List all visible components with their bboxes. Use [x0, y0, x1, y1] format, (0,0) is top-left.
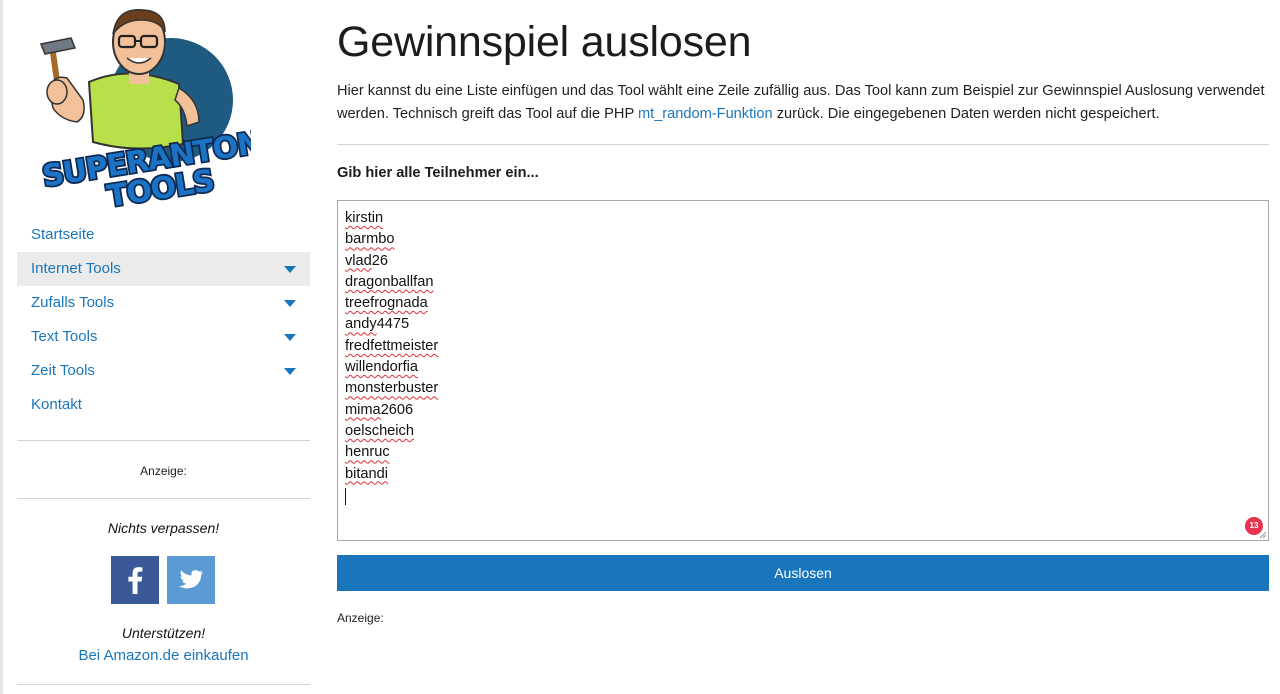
draw-winner-button[interactable]: Auslosen — [337, 555, 1269, 591]
entry-text-flagged: kirstin — [345, 210, 384, 226]
participants-list: kirstin barmbo vlad26 dragonballfan tree… — [345, 208, 438, 485]
main-content: Gewinnspiel auslosen Hier kannst du eine… — [337, 0, 1269, 694]
sidebar-ad-label: Anzeige: — [140, 464, 187, 478]
sidebar-item-startseite[interactable]: Startseite — [17, 218, 310, 252]
page-title: Gewinnspiel auslosen — [337, 18, 752, 66]
facebook-button[interactable] — [111, 556, 159, 604]
list-item: kirstin — [345, 208, 438, 229]
sidebar-item-internet-tools[interactable]: Internet Tools — [17, 252, 310, 286]
content-divider — [337, 144, 1269, 145]
amazon-link[interactable]: Bei Amazon.de einkaufen — [17, 647, 310, 664]
intro-text: Hier kannst du eine Liste einfügen und d… — [337, 80, 1269, 126]
entry-text-flagged: monsterbuster — [345, 380, 439, 397]
entry-text-flagged: mima — [345, 401, 381, 418]
sidebar-item-label: Kontakt — [31, 396, 82, 413]
sidebar-item-label: Zufalls Tools — [31, 294, 115, 311]
sidebar-divider — [17, 440, 310, 441]
support-title: Unterstützen! — [121, 625, 206, 641]
entry-text-flagged: willendorfia — [345, 359, 419, 376]
entry-text: 4475 — [376, 316, 410, 333]
list-item: oelscheich — [345, 421, 438, 442]
resize-grip-icon[interactable] — [1259, 531, 1267, 539]
list-item: dragonballfan — [345, 272, 438, 293]
entry-text-flagged: fredfettmeister — [345, 337, 439, 354]
main-ad-label: Anzeige: — [337, 611, 384, 625]
list-item: henruc — [345, 442, 438, 463]
caret-down-icon[interactable] — [284, 334, 296, 341]
list-item: vlad26 — [345, 251, 438, 272]
entry-text-flagged: barmbo — [345, 231, 395, 248]
entry-text-flagged: henruc — [345, 444, 390, 461]
entry-text-flagged: oelscheich — [345, 422, 414, 439]
follow-title: Nichts verpassen! — [107, 520, 220, 536]
sidebar-item-text-tools[interactable]: Text Tools — [17, 320, 310, 354]
sidebar-item-label: Zeit Tools — [31, 362, 95, 379]
text-cursor — [345, 488, 346, 505]
list-item: bitandi — [345, 464, 438, 485]
superanton-logo-icon: SUPERANTON TOOLS — [38, 9, 265, 216]
caret-down-icon[interactable] — [284, 300, 296, 307]
sidebar-item-label: Internet Tools — [31, 260, 121, 277]
entry-text: 2606 — [380, 401, 414, 418]
sidebar-item-zeit-tools[interactable]: Zeit Tools — [17, 354, 310, 388]
list-item: mima2606 — [345, 400, 438, 421]
entry-text-flagged: dragonballfan — [345, 273, 434, 290]
twitter-icon — [178, 570, 203, 589]
list-item: andy4475 — [345, 314, 438, 335]
entry-text: 26 — [371, 252, 389, 269]
sidebar-nav: Startseite Internet Tools Zufalls Tools … — [17, 218, 310, 422]
sidebar-item-label: Startseite — [31, 226, 95, 243]
entry-text-flagged: vlad — [345, 252, 372, 269]
list-item: barmbo — [345, 229, 438, 250]
mt-random-link[interactable]: mt_random-Funktion — [638, 106, 773, 122]
list-item: monsterbuster — [345, 378, 438, 399]
entry-text-flagged: bitandi — [345, 465, 389, 482]
caret-down-icon[interactable] — [284, 266, 296, 273]
sidebar-item-zufalls-tools[interactable]: Zufalls Tools — [17, 286, 310, 320]
entry-text-flagged: andy — [345, 316, 377, 333]
list-item: fredfettmeister — [345, 336, 438, 357]
entry-text-flagged: treefrognada — [345, 295, 428, 312]
participants-textarea[interactable]: kirstin barmbo vlad26 dragonballfan tree… — [337, 200, 1269, 541]
intro-text-end: zurück. Die eingegebenen Daten werden ni… — [772, 106, 1160, 122]
participants-label: Gib hier alle Teilnehmer ein... — [337, 165, 539, 181]
sidebar-item-kontakt[interactable]: Kontakt — [17, 388, 310, 422]
window-left-edge — [0, 0, 3, 694]
sidebar-item-label: Text Tools — [31, 328, 98, 345]
facebook-icon — [128, 567, 143, 594]
sidebar-divider — [17, 684, 310, 685]
sidebar-divider — [17, 498, 310, 499]
sidebar: SUPERANTON TOOLS Startseite Internet Too… — [17, 0, 310, 694]
twitter-button[interactable] — [167, 556, 215, 604]
list-item: treefrognada — [345, 293, 438, 314]
site-logo[interactable]: SUPERANTON TOOLS — [31, 4, 265, 216]
caret-down-icon[interactable] — [284, 368, 296, 375]
list-item: willendorfia — [345, 357, 438, 378]
page: SUPERANTON TOOLS Startseite Internet Too… — [0, 0, 1280, 694]
